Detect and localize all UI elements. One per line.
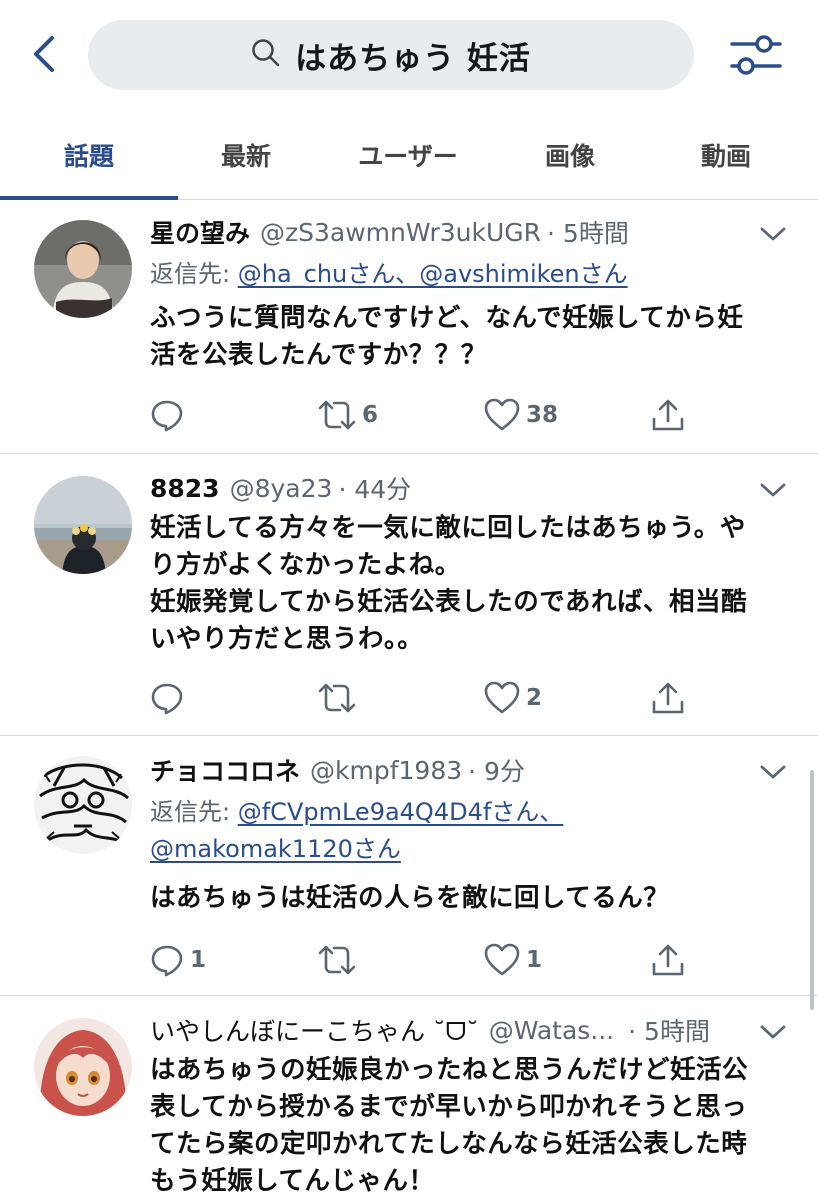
tweet-text: はあちゅうは妊活の人らを敵に回してるん？ (150, 883, 670, 913)
share-icon (650, 680, 686, 716)
reply-mentions-link[interactable]: @ha_chuさん、@avshimikenさん (238, 260, 628, 288)
chevron-down-icon[interactable] (758, 480, 788, 500)
timestamp: · 5時間 (628, 1017, 710, 1046)
tweet-actions: 1 1 (0, 940, 818, 980)
search-tabs: 話題 最新 ユーザー 画像 動画 (0, 110, 818, 200)
chevron-down-icon[interactable] (758, 1022, 788, 1042)
tab-top[interactable]: 話題 (0, 110, 178, 200)
reply-button[interactable]: 1 (150, 940, 206, 980)
share-button[interactable] (650, 395, 686, 435)
reply-prefix: 返信先: (150, 798, 231, 826)
tweet-actions: 6 38 (0, 395, 818, 435)
timestamp: · 9分 (468, 757, 525, 786)
retweet-count: 6 (362, 402, 379, 428)
back-arrow-icon[interactable] (24, 32, 68, 76)
tweet-card[interactable]: 星の望み @zS3awmnWr3ukUGR · 5時間 返信先: @ha_chu… (0, 200, 818, 454)
search-filter-icon[interactable] (728, 30, 784, 80)
scrollbar[interactable] (810, 770, 814, 1010)
user-handle[interactable]: @8ya23 (230, 474, 333, 503)
like-count: 2 (526, 685, 543, 711)
share-icon (650, 397, 686, 433)
tweet-card[interactable]: チョココロネ @kmpf1983 · 9分 返信先: @fCVpmLe9a4Q4… (0, 736, 818, 996)
retweet-icon (318, 943, 356, 977)
tweet-text: ふつうに質問なんですけど、なんで妊娠してから妊 活を公表したんですか？？？ (150, 303, 744, 370)
chevron-down-icon[interactable] (758, 762, 788, 782)
search-query[interactable]: はあちゅう 妊活 (295, 33, 531, 78)
tab-latest[interactable]: 最新 (166, 110, 326, 200)
tab-images[interactable]: 画像 (490, 110, 650, 200)
display-name[interactable]: いやしんぼにーこちゃん ˘ᗜ˘ (150, 1012, 479, 1048)
user-handle[interactable]: @zS3awmnWr3ukUGR (260, 218, 541, 247)
display-name[interactable]: チョココロネ (150, 752, 300, 788)
heart-icon (484, 681, 520, 715)
reply-icon (150, 681, 184, 715)
tab-users[interactable]: ユーザー (328, 110, 488, 200)
retweet-icon (318, 398, 356, 432)
user-handle[interactable]: @Watas... (489, 1016, 614, 1045)
like-button[interactable]: 38 (484, 395, 558, 435)
avatar[interactable] (34, 220, 132, 318)
reply-icon (150, 943, 184, 977)
tweet-text: はあちゅうの妊娠良かったねと思うんだけど妊活公 表してから授かるまでが早いから叩… (150, 1055, 749, 1196)
reply-count: 1 (190, 947, 207, 973)
heart-icon (484, 943, 520, 977)
reply-mentions-link[interactable]: @makomak1120さん (150, 835, 401, 863)
user-handle[interactable]: @kmpf1983 (310, 756, 462, 785)
retweet-button[interactable] (318, 940, 362, 980)
retweet-icon (318, 681, 356, 715)
reply-mentions-link[interactable]: @fCVpmLe9a4Q4D4fさん、 (238, 798, 564, 826)
chevron-down-icon[interactable] (758, 224, 788, 244)
reply-context: 返信先: @fCVpmLe9a4Q4D4fさん、 @makomak1120さん (150, 794, 563, 868)
retweet-button[interactable]: 6 (318, 395, 378, 435)
like-button[interactable]: 2 (484, 678, 542, 718)
like-count: 1 (526, 947, 543, 973)
share-icon (650, 942, 686, 978)
tweet-text: 妊活してる方々を一気に敵に回したはあちゅう。や り方がよくなかったよね。 妊娠発… (150, 513, 747, 654)
like-button[interactable]: 1 (484, 940, 542, 980)
display-name[interactable]: 星の望み (150, 214, 250, 250)
avatar[interactable] (34, 1018, 132, 1116)
search-icon (251, 38, 281, 72)
timestamp: · 44分 (338, 475, 412, 504)
reply-button[interactable] (150, 678, 190, 718)
retweet-button[interactable] (318, 678, 362, 718)
reply-prefix: 返信先: (150, 260, 231, 288)
reply-context: 返信先: @ha_chuさん、@avshimikenさん (150, 256, 628, 293)
avatar[interactable] (34, 756, 132, 854)
share-button[interactable] (650, 678, 686, 718)
timestamp: · 5時間 (547, 219, 629, 248)
reply-icon (150, 398, 184, 432)
avatar[interactable] (34, 476, 132, 574)
reply-button[interactable] (150, 395, 190, 435)
heart-icon (484, 398, 520, 432)
tweet-card[interactable]: 8823 @8ya23 · 44分 妊活してる方々を一気に敵に回したはあちゅう。… (0, 454, 818, 736)
tweet-card[interactable]: いやしんぼにーこちゃん ˘ᗜ˘ @Watas... · 5時間 はあちゅうの妊娠… (0, 996, 818, 1200)
like-count: 38 (526, 402, 559, 428)
search-bar[interactable]: はあちゅう 妊活 (88, 20, 694, 90)
tweet-actions: 2 (0, 678, 818, 718)
tab-videos[interactable]: 動画 (646, 110, 806, 200)
top-bar: はあちゅう 妊活 (0, 0, 818, 110)
share-button[interactable] (650, 940, 686, 980)
display-name[interactable]: 8823 (150, 474, 220, 503)
